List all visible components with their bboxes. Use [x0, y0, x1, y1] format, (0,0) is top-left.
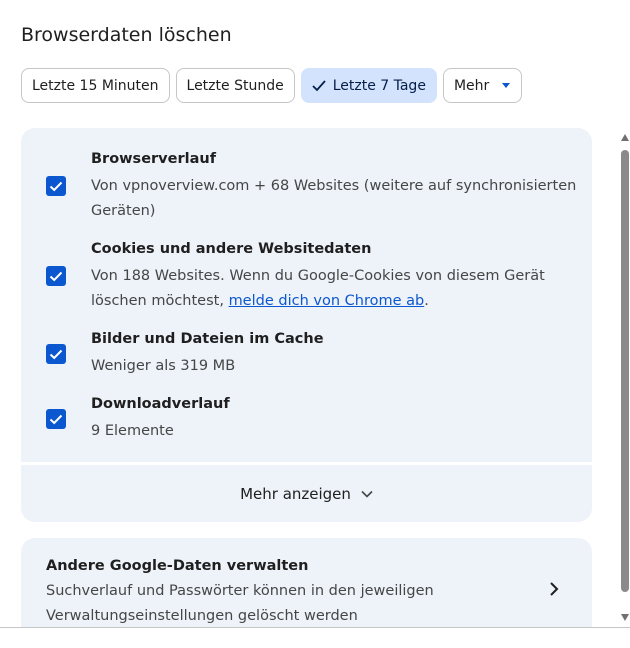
check-icon [312, 79, 326, 92]
time-range-chips: Letzte 15 Minuten Letzte Stunde Letzte 7… [21, 68, 523, 103]
item-title: Browserverlauf [91, 151, 216, 167]
item-description: Von vpnoverview.com + 68 Websites (weite… [91, 178, 577, 219]
item-description: Weniger als 319 MB [91, 358, 236, 374]
checkmark-icon [49, 349, 63, 359]
checkmark-icon [49, 414, 63, 424]
cookies-checkbox[interactable] [46, 266, 66, 286]
chevron-down-icon [361, 490, 373, 498]
item-description-suffix: . [424, 293, 429, 309]
manage-title: Andere Google-Daten verwalten [46, 558, 309, 574]
chevron-right-icon [549, 581, 559, 601]
item-title: Cookies und andere Websitedaten [91, 241, 372, 257]
chip-label: Letzte 15 Minuten [32, 77, 159, 94]
dropdown-caret-icon [501, 82, 511, 89]
scroll-up-arrow-icon[interactable] [621, 134, 629, 141]
show-more-label: Mehr anzeigen [240, 484, 351, 503]
dialog-title: Browserdaten löschen [21, 24, 232, 46]
checkmark-icon [49, 271, 63, 281]
chip-label: Letzte Stunde [186, 77, 284, 94]
data-types-panel: Browserverlauf Von vpnoverview.com + 68 … [21, 128, 592, 462]
item-description: Von 188 Websites. Wenn du Google-Cookies… [91, 264, 581, 314]
item-title: Downloadverlauf [91, 396, 230, 412]
scrollbar-thumb[interactable] [621, 150, 629, 592]
chip-last-hour[interactable]: Letzte Stunde [175, 68, 295, 103]
chip-label: Mehr [453, 77, 490, 94]
item-description: 9 Elemente [91, 423, 174, 439]
scrollbar[interactable] [619, 130, 630, 628]
checkmark-icon [49, 181, 63, 191]
chip-label: Letzte 7 Tage [332, 77, 426, 94]
chip-last-15-minutes[interactable]: Letzte 15 Minuten [21, 68, 170, 103]
browsing-history-checkbox[interactable] [46, 176, 66, 196]
scroll-down-arrow-icon[interactable] [621, 614, 629, 621]
chip-last-7-days[interactable]: Letzte 7 Tage [300, 68, 437, 103]
footer-area [0, 628, 630, 648]
show-more-button[interactable]: Mehr anzeigen [21, 465, 592, 522]
cache-checkbox[interactable] [46, 344, 66, 364]
download-history-checkbox[interactable] [46, 409, 66, 429]
chip-more-dropdown[interactable]: Mehr [442, 68, 523, 103]
item-title: Bilder und Dateien im Cache [91, 331, 324, 347]
manage-description: Suchverlauf und Passwörter können in den… [46, 583, 434, 624]
sign-out-link[interactable]: melde dich von Chrome ab [229, 293, 425, 309]
